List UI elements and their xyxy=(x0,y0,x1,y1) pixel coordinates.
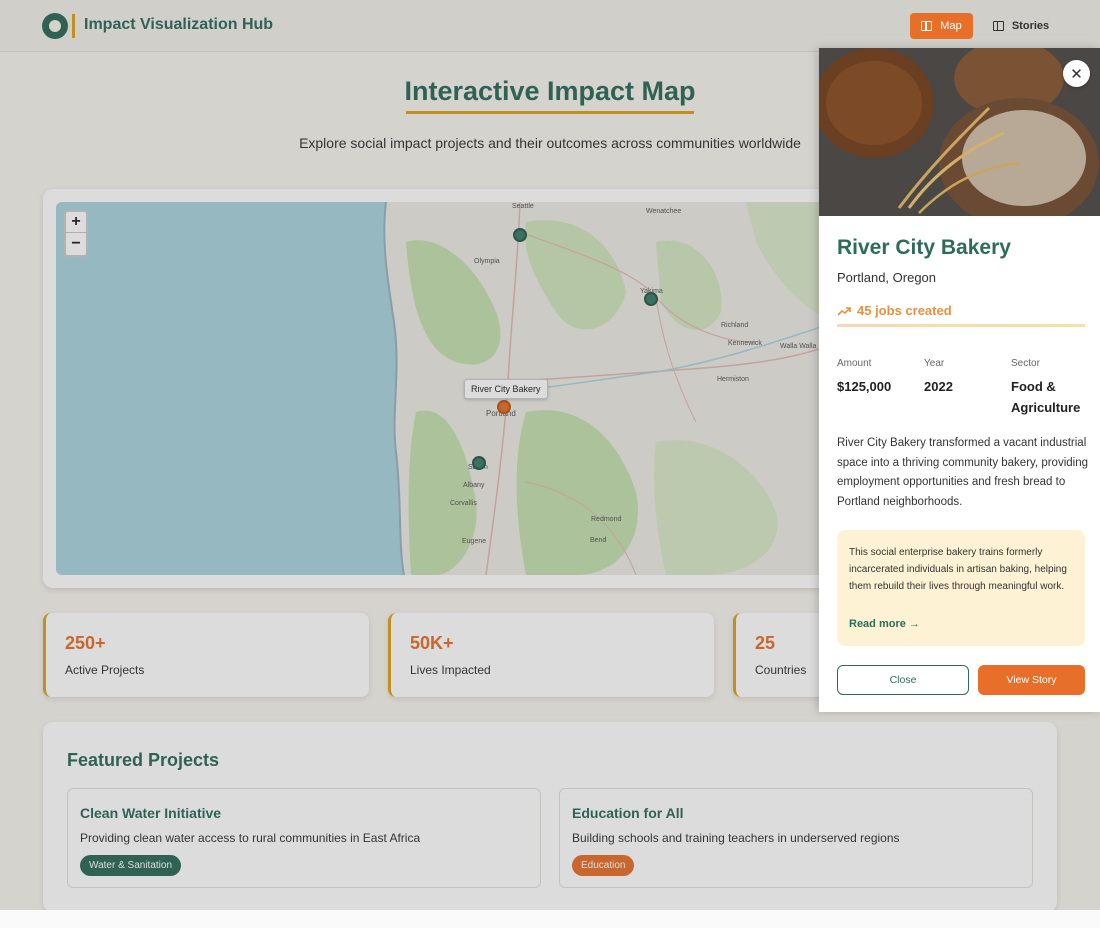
stat-value: 50K+ xyxy=(410,633,454,653)
quote-text: This social enterprise bakery trains for… xyxy=(849,547,1067,592)
city-label: Richland xyxy=(721,322,749,329)
logo-divider xyxy=(72,14,75,38)
stat-value: 250+ xyxy=(65,633,106,653)
city-label: Hermiston xyxy=(717,376,749,383)
featured-projects: Featured Projects Clean Water Initiative… xyxy=(43,722,1057,912)
zoom-in-button[interactable]: + xyxy=(66,212,86,233)
impact-quote: This social enterprise bakery trains for… xyxy=(837,530,1085,646)
nav-map-label: Map xyxy=(940,20,962,32)
project-tag: Education xyxy=(572,855,635,876)
project-marker[interactable] xyxy=(513,228,527,242)
impact-map[interactable]: + − Seattle Wenatchee Olympia Yakima Ric… xyxy=(56,202,836,575)
book-icon xyxy=(992,21,1004,31)
jobs-created: 45 jobs created xyxy=(837,303,952,318)
project-location: Portland, Oregon xyxy=(837,270,937,285)
map-icon xyxy=(921,21,933,31)
city-label: Kennewick xyxy=(728,340,762,347)
project-marker-active[interactable] xyxy=(497,400,511,414)
map-card: + − Seattle Wenatchee Olympia Yakima Ric… xyxy=(43,189,843,588)
project-title: Clean Water Initiative xyxy=(80,805,222,821)
logo-icon xyxy=(42,13,68,39)
year-value: 2022 xyxy=(924,379,953,394)
project-photo: ✕ xyxy=(819,48,1100,216)
project-description: Providing clean water access to rural co… xyxy=(80,831,421,845)
marker-tooltip: River City Bakery xyxy=(464,379,548,399)
close-icon[interactable]: ✕ xyxy=(1063,60,1090,87)
nav-stories-label: Stories xyxy=(1011,20,1050,32)
nav-stories-button[interactable]: Stories xyxy=(986,13,1056,39)
stat-label: Lives Impacted xyxy=(410,663,491,677)
city-label: Olympia xyxy=(474,258,500,265)
amount-value: $125,000 xyxy=(837,379,892,394)
map-tiles xyxy=(56,202,836,575)
trending-up-icon xyxy=(837,306,851,316)
app-title: Impact Visualization Hub xyxy=(84,16,274,33)
project-marker[interactable] xyxy=(472,456,486,470)
bottom-bar xyxy=(0,910,1100,928)
city-label: Corvallis xyxy=(450,500,477,507)
city-label: Redmond xyxy=(591,516,622,523)
zoom-control: + − xyxy=(64,210,88,257)
project-card[interactable]: Education for All Building schools and t… xyxy=(559,788,1033,888)
city-label: Walla Walla xyxy=(780,343,817,350)
project-card[interactable]: Clean Water Initiative Providing clean w… xyxy=(67,788,541,888)
stat-card: 250+ Active Projects xyxy=(43,613,369,697)
sector-value: Food & Agriculture xyxy=(1011,379,1081,415)
stat-value: 25 xyxy=(755,633,776,653)
year-label: Year xyxy=(924,358,945,369)
view-story-button[interactable]: View Story xyxy=(978,665,1085,695)
nav-map-button[interactable]: Map xyxy=(910,13,973,39)
city-label: Bend xyxy=(590,537,607,544)
jobs-divider xyxy=(837,324,1085,327)
sector-label: Sector xyxy=(1011,358,1040,369)
jobs-label: 45 jobs created xyxy=(857,303,952,318)
close-button[interactable]: Close xyxy=(837,665,969,695)
city-label: Wenatchee xyxy=(646,208,682,215)
project-description: Building schools and training teachers i… xyxy=(572,831,900,845)
project-title: Education for All xyxy=(572,805,684,821)
title-underline xyxy=(406,111,694,114)
city-label: Albany xyxy=(463,482,485,489)
featured-title: Featured Projects xyxy=(67,750,220,770)
city-label: Eugene xyxy=(462,538,487,545)
zoom-out-button[interactable]: − xyxy=(66,233,86,254)
read-more-link[interactable]: Read more → xyxy=(849,618,920,630)
project-description: River City Bakery transformed a vacant i… xyxy=(837,437,1088,508)
project-tag: Water & Sanitation xyxy=(80,855,182,876)
city-label: Seattle xyxy=(512,203,534,210)
stat-label: Active Projects xyxy=(65,663,145,677)
stat-label: Countries xyxy=(755,663,807,677)
project-detail-panel: ✕ River City Bakery Portland, Oregon 45 … xyxy=(819,48,1100,712)
project-name: River City Bakery xyxy=(837,236,1011,259)
stat-card: 50K+ Lives Impacted xyxy=(388,613,714,697)
amount-label: Amount xyxy=(837,358,872,369)
project-marker[interactable] xyxy=(644,292,658,306)
